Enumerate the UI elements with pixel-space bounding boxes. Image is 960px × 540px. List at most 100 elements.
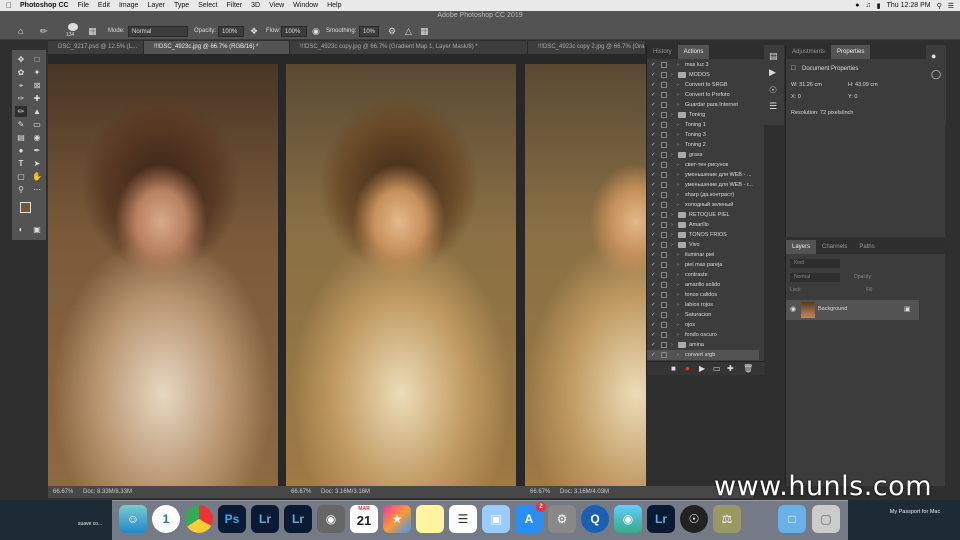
menu-layer[interactable]: Layer: [147, 2, 165, 9]
foreground-color-swatch[interactable]: [20, 202, 31, 213]
app-store-icon[interactable]: A 2: [515, 502, 546, 533]
menu-window[interactable]: Window: [293, 2, 318, 9]
expand-icon[interactable]: ›: [677, 190, 679, 200]
brush-settings-icon[interactable]: ▦: [88, 26, 97, 37]
quick-select-icon[interactable]: ✦: [31, 67, 43, 78]
checkmark-icon[interactable]: ✓: [651, 90, 656, 100]
tab-history[interactable]: History: [647, 45, 678, 59]
dodge-tool-icon[interactable]: ●: [15, 145, 27, 156]
dialog-toggle-icon[interactable]: [661, 82, 667, 88]
checkmark-icon[interactable]: ✓: [651, 240, 656, 250]
expand-icon[interactable]: ›: [671, 240, 673, 250]
stamp-tool-icon[interactable]: ▲: [31, 106, 43, 117]
menu-help[interactable]: Help: [327, 2, 341, 9]
dialog-toggle-icon[interactable]: [661, 252, 667, 258]
move-tool-icon[interactable]: ✥: [15, 54, 27, 65]
dialog-toggle-icon[interactable]: [661, 302, 667, 308]
eyedropper-icon[interactable]: ✑: [15, 93, 27, 104]
expand-icon[interactable]: ›: [671, 220, 673, 230]
doc-size-1[interactable]: Doc: 8.33M/8.33M: [83, 489, 132, 495]
dialog-toggle-icon[interactable]: [661, 142, 667, 148]
checkmark-icon[interactable]: ✓: [651, 70, 656, 80]
checkmark-icon[interactable]: ✓: [651, 60, 656, 70]
action-row[interactable]: ✓ › Guardar para Internet: [647, 100, 759, 110]
checkmark-icon[interactable]: ✓: [651, 330, 656, 340]
menu-view[interactable]: View: [269, 2, 284, 9]
expand-icon[interactable]: ›: [671, 150, 673, 160]
action-row[interactable]: ✓ › Toning 3: [647, 130, 759, 140]
action-row[interactable]: ✓ › piel mas pareja: [647, 260, 759, 270]
zoom-readout-1[interactable]: 66.67%: [53, 489, 73, 495]
action-row[interactable]: ✓ › уменьшение для WEB - г...: [647, 180, 759, 190]
checkmark-icon[interactable]: ✓: [651, 140, 656, 150]
menu-list-icon[interactable]: ☰: [948, 2, 954, 10]
dialog-toggle-icon[interactable]: [661, 132, 667, 138]
lightroom-icon[interactable]: Lr: [284, 505, 312, 533]
volume-icon[interactable]: ♫: [866, 2, 871, 9]
x-value[interactable]: X: 0: [791, 94, 801, 100]
checkmark-icon[interactable]: ✓: [651, 290, 656, 300]
search-icon[interactable]: ⚲: [937, 2, 942, 10]
action-set-row[interactable]: ✓ › TONOS FRIOS: [647, 230, 759, 240]
height-value[interactable]: H: 43.09 cm: [848, 82, 878, 88]
my-passport-drive-label[interactable]: My Passport for Mac: [870, 509, 960, 515]
wifi-icon[interactable]: ●: [855, 2, 859, 9]
crop-tool-icon[interactable]: ⌖: [15, 80, 27, 91]
pressure-opacity-icon[interactable]: ❖: [250, 26, 258, 37]
y-value[interactable]: Y: 0: [848, 94, 857, 100]
menu-filter[interactable]: Filter: [227, 2, 243, 9]
action-row[interactable]: ✓ › ojos: [647, 320, 759, 330]
photo-document-1[interactable]: [48, 64, 278, 486]
dialog-toggle-icon[interactable]: [661, 232, 667, 238]
dialog-toggle-icon[interactable]: [661, 72, 667, 78]
obs-icon[interactable]: ☉: [680, 505, 708, 533]
lasso-tool-icon[interactable]: ✿: [15, 67, 27, 78]
record-icon[interactable]: ●: [685, 364, 690, 373]
quicktime-icon[interactable]: Q: [581, 505, 609, 533]
dialog-toggle-icon[interactable]: [661, 212, 667, 218]
screenshot-icon[interactable]: ◉: [317, 505, 345, 533]
menu-edit[interactable]: Edit: [98, 2, 110, 9]
photo-document-3[interactable]: [525, 64, 646, 486]
tab-dsc-4923c-copy-2[interactable]: !!!DSC_4923c copy 2.jpg @ 66.7% (Gra...: [528, 41, 646, 54]
checkmark-icon[interactable]: ✓: [651, 230, 656, 240]
menu-3d[interactable]: 3D: [251, 2, 260, 9]
type-tool-icon[interactable]: T: [15, 158, 27, 169]
menu-select[interactable]: Select: [198, 2, 217, 9]
checkmark-icon[interactable]: ✓: [651, 110, 656, 120]
action-row[interactable]: ✓ › convert srgb: [647, 350, 759, 360]
stop-icon[interactable]: ■: [671, 364, 676, 373]
quick-mask-icon[interactable]: ◐: [15, 224, 27, 235]
checkmark-icon[interactable]: ✓: [651, 210, 656, 220]
dialog-toggle-icon[interactable]: [661, 192, 667, 198]
photos-app-icon[interactable]: ◉: [614, 505, 642, 533]
adjustments-icon[interactable]: ☉: [769, 85, 777, 96]
eraser-tool-icon[interactable]: ▭: [31, 119, 43, 130]
checkmark-icon[interactable]: ✓: [651, 280, 656, 290]
photoshop-icon[interactable]: Ps: [218, 505, 246, 533]
screen-mode-icon[interactable]: ▣: [31, 224, 43, 235]
action-row[interactable]: ✓ › mas luz 3: [647, 60, 759, 70]
action-row[interactable]: ✓ › Saturacion: [647, 310, 759, 320]
brush-tool-icon[interactable]: ✏: [15, 106, 27, 117]
reminders-icon[interactable]: ☰: [449, 505, 477, 533]
checkmark-icon[interactable]: ✓: [651, 80, 656, 90]
history-icon[interactable]: ▤: [769, 51, 778, 62]
dialog-toggle-icon[interactable]: [661, 222, 667, 228]
dialog-toggle-icon[interactable]: [661, 122, 667, 128]
dialog-toggle-icon[interactable]: [661, 242, 667, 248]
brush-preset-icon[interactable]: [68, 23, 78, 31]
apple-icon[interactable]: : [6, 1, 12, 10]
brush-size-value[interactable]: 134: [66, 32, 74, 38]
action-row[interactable]: ✓ › уменьшение для WEB - ...: [647, 170, 759, 180]
zoom-readout-2[interactable]: 66.67%: [291, 489, 311, 495]
expand-icon[interactable]: ›: [671, 230, 673, 240]
checkmark-icon[interactable]: ✓: [651, 150, 656, 160]
checkmark-icon[interactable]: ✓: [651, 340, 656, 350]
expand-icon[interactable]: ›: [677, 180, 679, 190]
action-row[interactable]: ✓ › sharp (да.контраст): [647, 190, 759, 200]
final-cut-icon[interactable]: ★: [383, 505, 411, 533]
action-row[interactable]: ✓ › fondo oscuro: [647, 330, 759, 340]
expand-icon[interactable]: ›: [677, 120, 679, 130]
play-icon[interactable]: ▶: [699, 364, 705, 373]
